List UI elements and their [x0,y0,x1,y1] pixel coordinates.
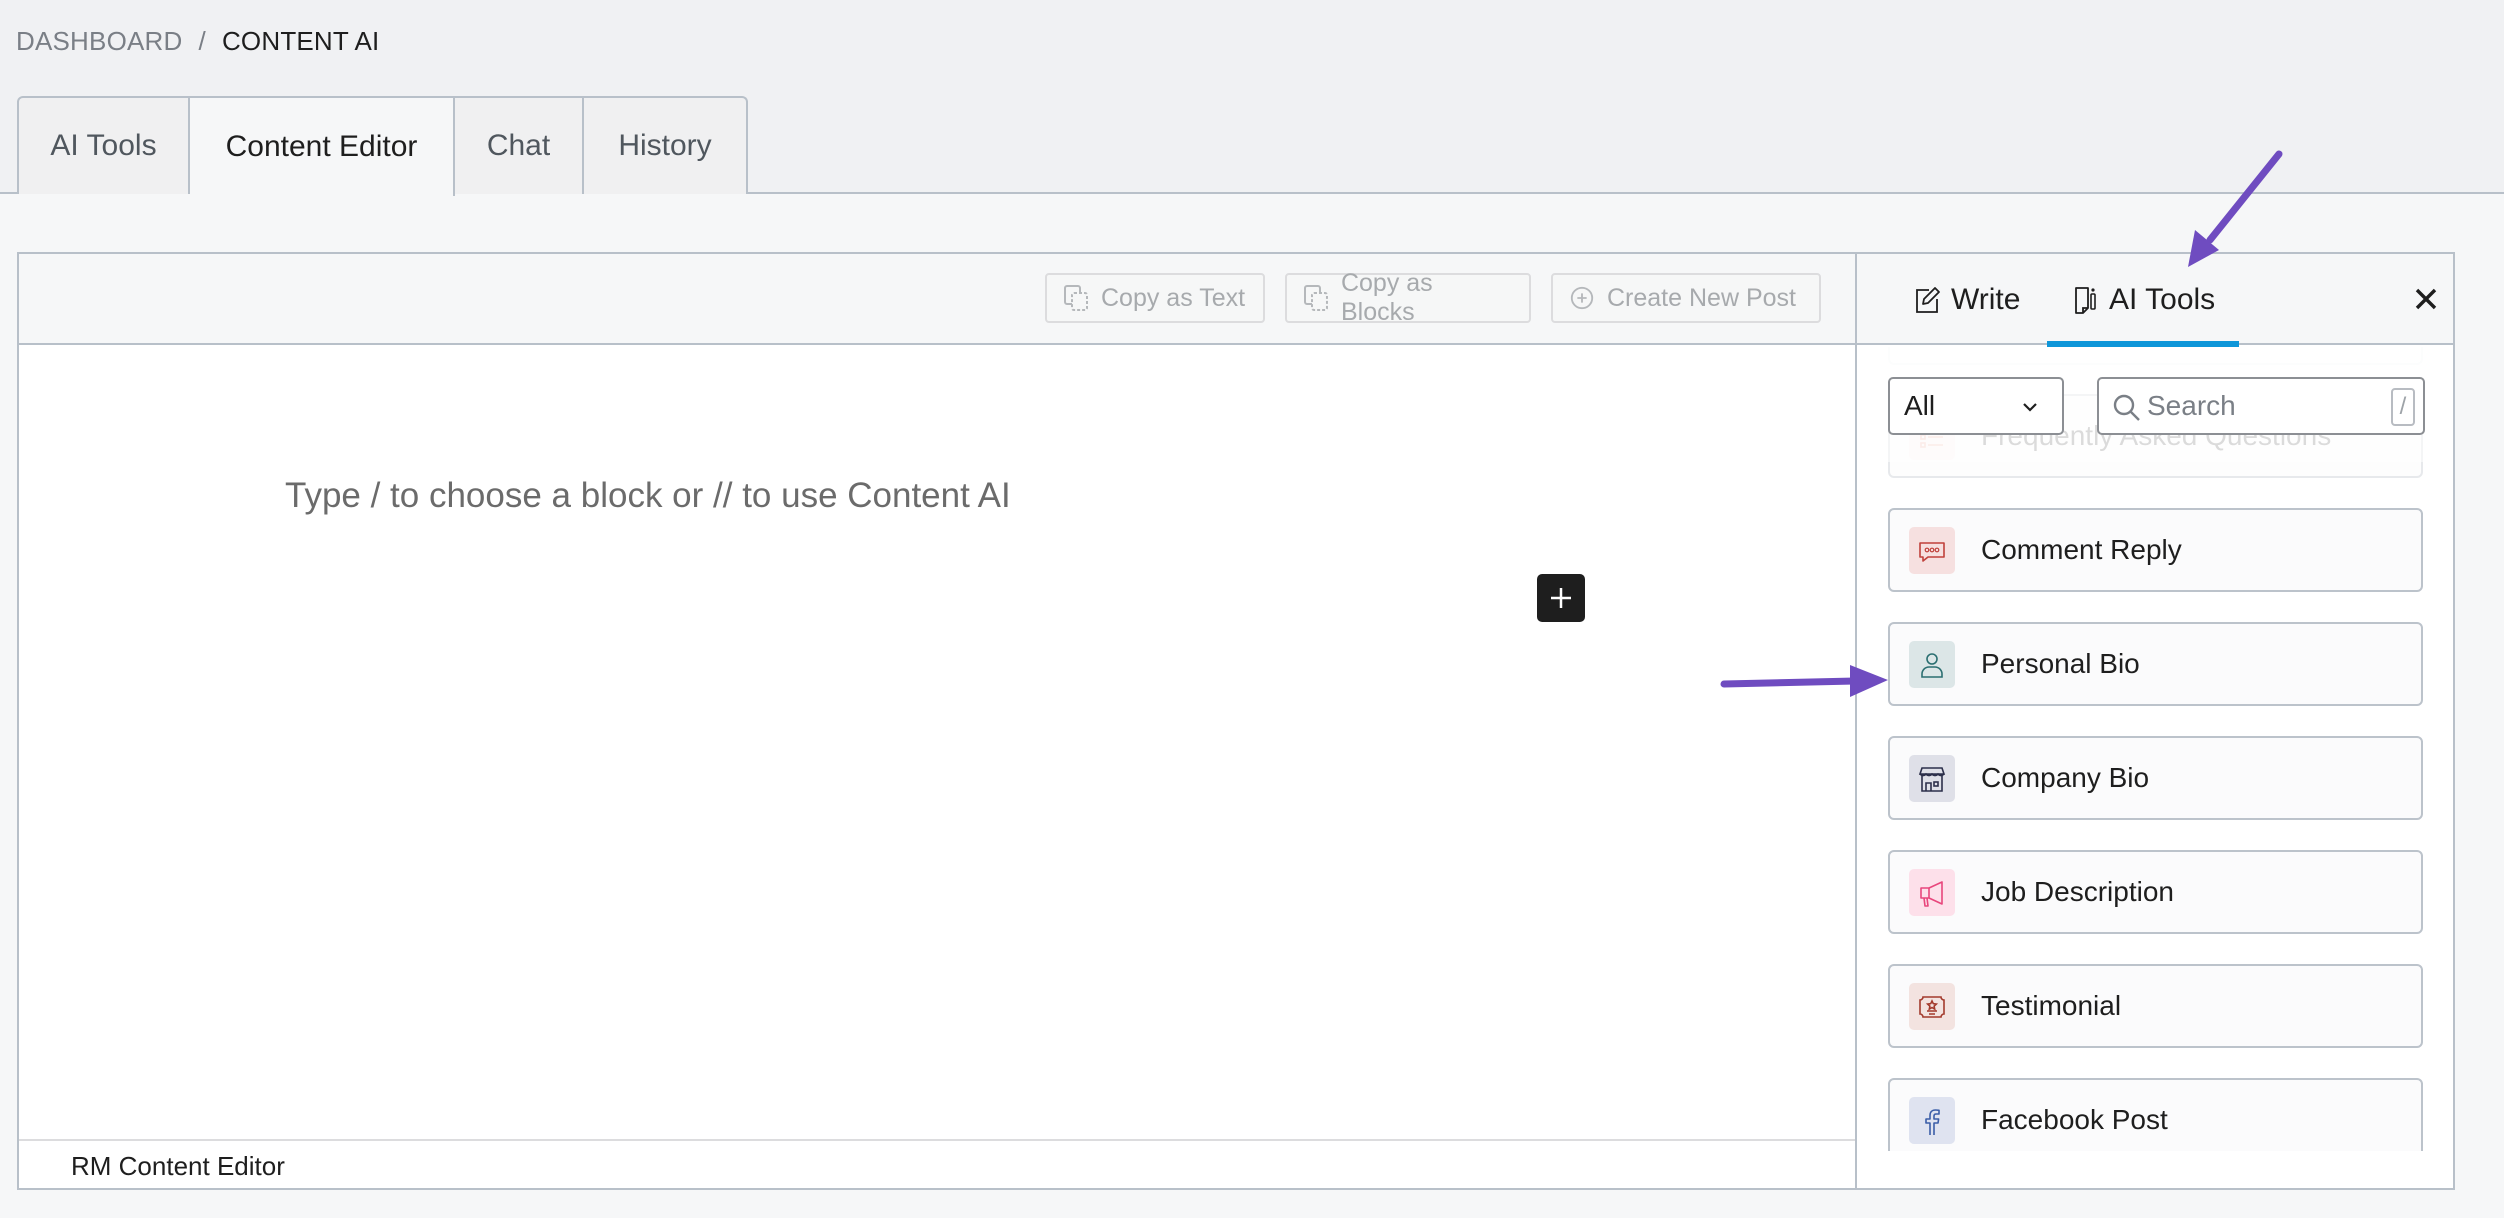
search-icon [2113,394,2140,421]
sidebar-tab-ai-tools-label: AI Tools [2109,282,2216,316]
create-new-post-button[interactable]: Create New Post [1551,273,1821,323]
editor-footer: RM Content Editor [19,1139,1855,1188]
tab-ai-tools[interactable]: AI Tools [17,96,190,194]
search-input[interactable] [2147,390,2367,422]
search-shortcut-hint: / [2391,388,2415,426]
tool-label: Comment Reply [1981,534,2182,565]
storefront-icon [1909,755,1955,802]
tool-item-job-description[interactable]: Job Description [1888,850,2423,934]
copy-icon [1064,285,1088,311]
editor-toolbar: Copy as Text Copy as Blocks Create New P… [19,254,1855,345]
tool-label: Personal Bio [1981,648,2140,679]
tools-icon [2075,286,2096,314]
tools-filter-bar: All / [1857,347,2453,462]
tool-item-facebook-post[interactable]: Facebook Post [1888,1078,2423,1151]
chevron-down-icon [2023,403,2037,412]
copy-as-blocks-label: Copy as Blocks [1340,269,1433,326]
category-select-value: All [1904,390,1936,421]
chat-bubble-icon [1909,527,1955,574]
tab-history[interactable]: History [584,96,748,194]
sidebar-header: Write AI Tools [1857,254,2453,347]
category-select[interactable]: All [1888,377,2064,435]
tool-label: Testimonial [1981,990,2122,1021]
tool-item-testimonial[interactable]: Testimonial [1888,964,2423,1048]
copy-as-blocks-button[interactable]: Copy as Blocks [1285,269,1531,326]
tool-label: Facebook Post [1981,1104,2168,1135]
breadcrumb: DASHBOARD / CONTENT AI [16,26,379,57]
close-icon [2415,288,2437,310]
content-editor-panel: Copy as Text Copy as Blocks Create New P… [17,252,2455,1190]
facebook-icon [1909,1097,1955,1144]
megaphone-icon [1909,869,1955,916]
breadcrumb-separator: / [198,26,206,56]
tool-item-company-bio[interactable]: Company Bio [1888,736,2423,820]
tool-label: Job Description [1981,876,2174,907]
tab-content-editor[interactable]: Content Editor [190,96,455,196]
person-icon [1909,641,1955,688]
edit-icon [1916,286,1940,313]
create-new-post-label: Create New Post [1607,283,1796,312]
editor-placeholder[interactable]: Type / to choose a block or // to use Co… [285,476,1011,516]
tool-item-comment-reply[interactable]: Comment Reply [1888,508,2423,592]
editor-canvas[interactable]: Type / to choose a block or // to use Co… [19,345,1855,1139]
ai-tools-sidebar: Product Review Frequently Asked Question… [1855,254,2453,1188]
sidebar-tab-ai-tools[interactable]: AI Tools [2046,254,2240,347]
plus-circle-icon [1570,286,1594,310]
main-tabs: AI Tools Content Editor Chat History [17,96,748,196]
tools-list[interactable]: Product Review Frequently Asked Question… [1857,347,2453,1151]
add-block-button[interactable] [1537,574,1585,622]
tab-chat[interactable]: Chat [455,96,584,194]
close-sidebar-button[interactable] [2411,284,2441,314]
copy-icon [1303,285,1328,311]
sidebar-tab-write[interactable]: Write [1913,254,2020,345]
tool-label: Company Bio [1981,762,2150,793]
sidebar-tab-write-label: Write [1951,282,2021,316]
tool-item-personal-bio[interactable]: Personal Bio [1888,622,2423,706]
tools-search[interactable]: / [2097,377,2425,435]
editor-footer-label: RM Content Editor [71,1151,285,1181]
breadcrumb-dashboard[interactable]: DASHBOARD [16,26,183,57]
copy-as-text-label: Copy as Text [1101,283,1246,312]
plus-icon [1551,588,1571,608]
breadcrumb-current: CONTENT AI [221,26,380,56]
certificate-icon [1909,983,1955,1030]
copy-as-text-button[interactable]: Copy as Text [1045,273,1265,323]
